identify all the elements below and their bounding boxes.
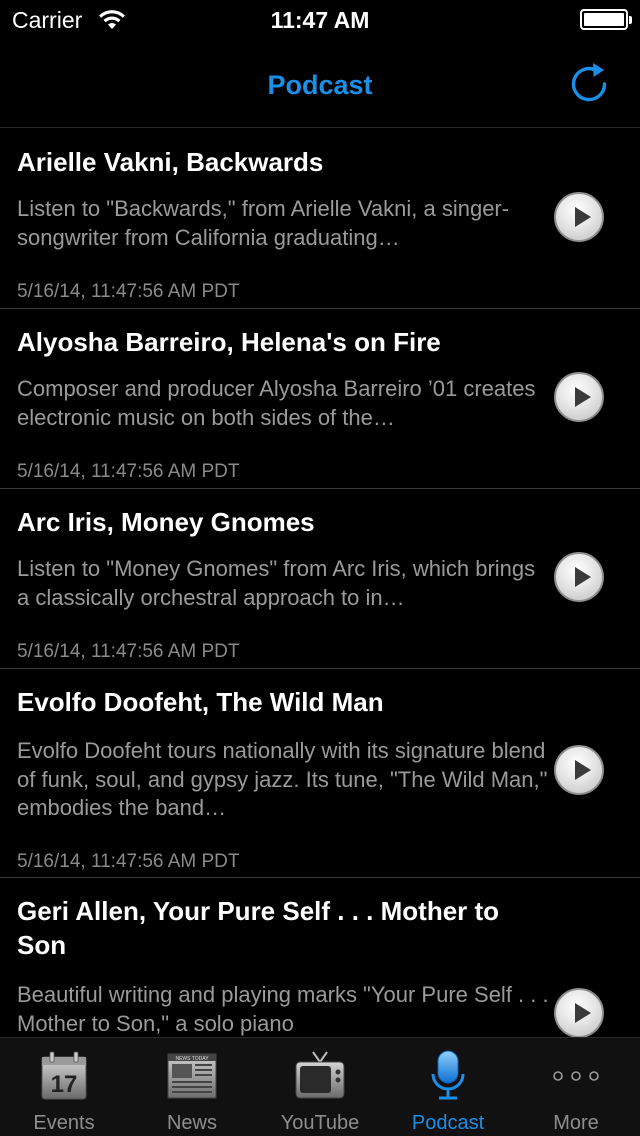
episode-date: 5/16/14, 11:47:56 AM PDT [17, 281, 240, 302]
microphone-icon [431, 1050, 465, 1100]
episode-date: 5/16/14, 11:47:56 AM PDT [17, 851, 240, 872]
battery-level [584, 13, 624, 26]
tab-bar: 17 Events NEWS TODAY News YouTube Podcas… [0, 1037, 640, 1136]
status-bar: Carrier 11:47 AM [0, 0, 640, 40]
episode-title: Geri Allen, Your Pure Self . . . Mother … [17, 896, 500, 960]
episode-title: Arc Iris, Money Gnomes [17, 507, 315, 537]
svg-text:NEWS TODAY: NEWS TODAY [175, 1056, 209, 1062]
episode-description: Evolfo Doofeht tours nationally with its… [17, 738, 548, 820]
tab-news[interactable]: NEWS TODAY News [128, 1038, 256, 1136]
tab-label: Podcast [411, 1112, 485, 1134]
svg-text:17: 17 [51, 1071, 78, 1098]
play-icon [575, 760, 591, 780]
play-icon [575, 1003, 591, 1023]
episode-description: Beautiful writing and playing marks "You… [17, 982, 549, 1036]
tab-label: YouTube [280, 1112, 360, 1134]
episode-title: Arielle Vakni, Backwards [17, 147, 324, 177]
play-button[interactable] [554, 552, 604, 602]
episode-date: 5/16/14, 11:47:56 AM PDT [17, 461, 240, 482]
episode-description: Listen to "Backwards," from Arielle Vakn… [17, 196, 510, 250]
calendar-icon: 17 [41, 1051, 87, 1100]
more-icon [553, 1071, 599, 1081]
episode-list[interactable]: Arielle Vakni, Backwards Listen to "Back… [0, 129, 640, 1037]
play-button[interactable] [554, 745, 604, 795]
list-item[interactable]: Arc Iris, Money Gnomes Listen to "Money … [0, 489, 640, 669]
episode-description: Listen to "Money Gnomes" from Arc Iris, … [17, 556, 536, 610]
play-icon [575, 207, 591, 227]
episode-title: Evolfo Doofeht, The Wild Man [17, 687, 384, 717]
episode-date: 5/16/14, 11:47:56 AM PDT [17, 641, 240, 662]
tab-label: News [166, 1112, 217, 1134]
episode-title: Alyosha Barreiro, Helena's on Fire [17, 327, 441, 357]
refresh-icon[interactable] [566, 60, 612, 106]
tab-podcast[interactable]: Podcast [384, 1038, 512, 1136]
list-item[interactable]: Arielle Vakni, Backwards Listen to "Back… [0, 129, 640, 309]
list-item[interactable]: Evolfo Doofeht, The Wild Man Evolfo Doof… [0, 669, 640, 878]
play-button[interactable] [554, 988, 604, 1037]
tab-more[interactable]: More [512, 1038, 640, 1136]
list-item[interactable]: Alyosha Barreiro, Helena's on Fire Compo… [0, 309, 640, 489]
tv-icon [295, 1051, 345, 1099]
play-icon [575, 387, 591, 407]
navigation-bar: Podcast [0, 40, 640, 128]
tab-youtube[interactable]: YouTube [256, 1038, 384, 1136]
play-button[interactable] [554, 372, 604, 422]
page-title: Podcast [267, 70, 373, 100]
status-time: 11:47 AM [270, 7, 370, 33]
newspaper-icon: NEWS TODAY [167, 1053, 217, 1099]
play-button[interactable] [554, 192, 604, 242]
tab-label: More [553, 1112, 599, 1134]
tab-label: Events [33, 1112, 95, 1134]
tab-events[interactable]: 17 Events [0, 1038, 128, 1136]
play-icon [575, 567, 591, 587]
episode-description: Composer and producer Alyosha Barreiro ’… [17, 376, 536, 430]
list-item[interactable]: Geri Allen, Your Pure Self . . . Mother … [0, 878, 640, 1037]
battery-icon [580, 9, 632, 30]
